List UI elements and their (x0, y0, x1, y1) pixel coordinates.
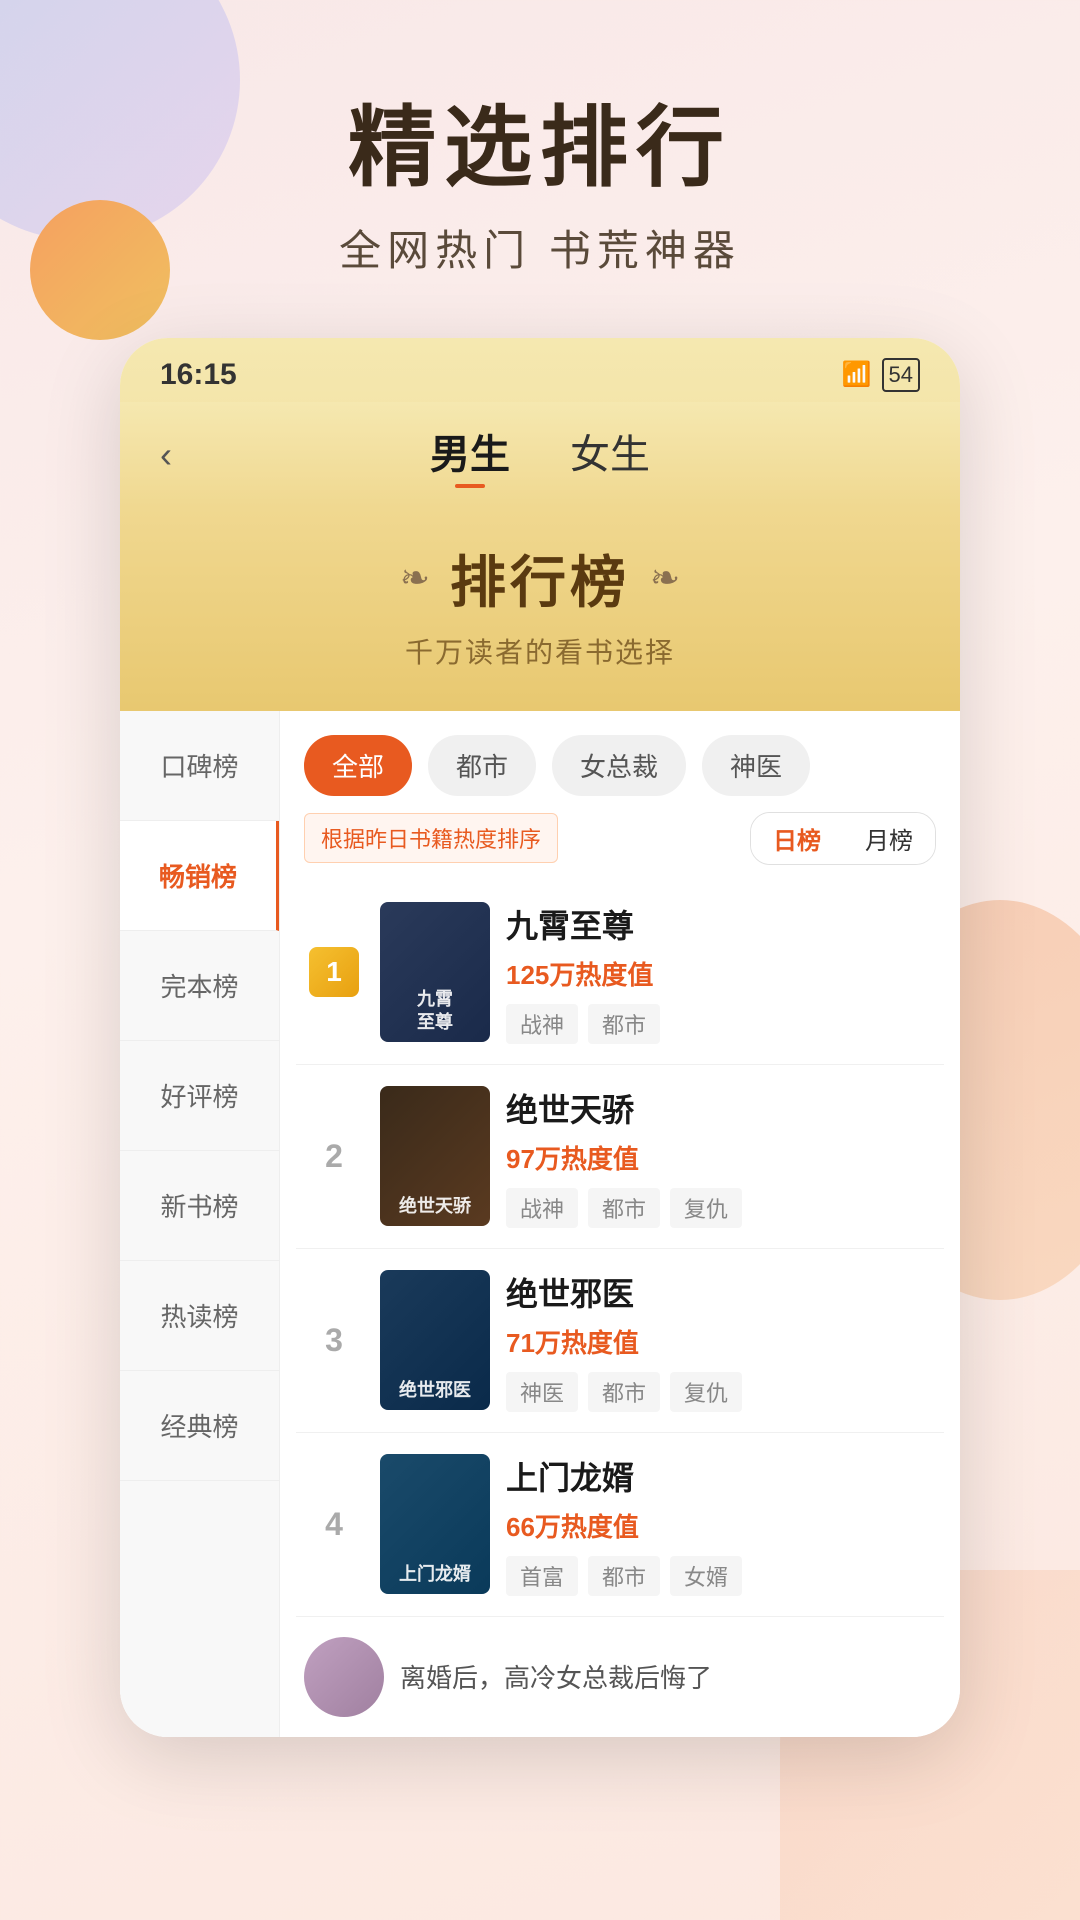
wifi-icon: 📶 (842, 360, 872, 389)
book-title-2: 绝世天骄 (506, 1085, 936, 1131)
book-tag-4-2: 女婿 (670, 1556, 742, 1596)
preview-avatar (304, 1637, 384, 1717)
nav-bar: ‹ 男生 女生 (120, 402, 960, 508)
sort-info: 根据昨日书籍热度排序 (304, 813, 558, 863)
book-tags-3: 神医 都市 复仇 (506, 1372, 936, 1412)
ranking-title: 排行榜 (450, 538, 630, 619)
date-tab-daily[interactable]: 日榜 (751, 813, 843, 864)
tab-male[interactable]: 男生 (430, 422, 510, 488)
back-button[interactable]: ‹ (160, 434, 172, 476)
filter-doctor[interactable]: 神医 (702, 735, 810, 796)
rank-badge-2: 2 (304, 1138, 364, 1175)
sidebar-item-reputation[interactable]: 口碑榜 (120, 711, 279, 821)
battery-icon: 54 (882, 358, 920, 392)
filter-all[interactable]: 全部 (304, 735, 412, 796)
book-tag-1-1: 都市 (588, 1004, 660, 1044)
promo-header: 精选排行 全网热门 书荒神器 (0, 0, 1080, 338)
book-tag-1-0: 战神 (506, 1004, 578, 1044)
sidebar-item-new[interactable]: 新书榜 (120, 1151, 279, 1261)
book-heat-2: 97万热度值 (506, 1139, 936, 1176)
date-tab-monthly[interactable]: 月榜 (843, 813, 935, 864)
ranking-title-container: ❧ 排行榜 ❧ (160, 538, 920, 619)
book-info-1: 九霄至尊 125万热度值 战神 都市 (506, 901, 936, 1044)
rank-number-3: 3 (304, 1322, 364, 1359)
book-cover-2: 绝世天骄 (380, 1086, 490, 1226)
book-title-1: 九霄至尊 (506, 901, 936, 947)
preview-text: 离婚后，高冷女总裁后悔了 (400, 1658, 712, 1695)
book-tags-4: 首富 都市 女婿 (506, 1556, 936, 1596)
filter-tabs: 全部 都市 女总裁 神医 (280, 711, 960, 812)
book-tag-2-1: 都市 (588, 1188, 660, 1228)
promo-subtitle: 全网热门 书荒神器 (60, 217, 1020, 278)
book-info-2: 绝世天骄 97万热度值 战神 都市 复仇 (506, 1085, 936, 1228)
book-list: 1 九霄至尊 九霄至尊 125万热度值 战神 都市 (280, 881, 960, 1617)
status-icons: 📶 54 (842, 358, 920, 392)
book-tag-4-0: 首富 (506, 1556, 578, 1596)
book-cover-1: 九霄至尊 (380, 902, 490, 1042)
book-tag-2-2: 复仇 (670, 1188, 742, 1228)
nav-tabs: 男生 女生 (430, 422, 650, 488)
rank-number-1: 1 (309, 947, 359, 997)
main-content: 口碑榜 畅销榜 完本榜 好评榜 新书榜 热读榜 经典榜 全部 都市 女总裁 神医… (120, 711, 960, 1737)
ranking-banner: ❧ 排行榜 ❧ 千万读者的看书选择 (120, 508, 960, 711)
book-cover-text-4: 上门龙婿 (384, 1563, 486, 1586)
book-cover-text-3: 绝世邪医 (384, 1379, 486, 1402)
book-info-3: 绝世邪医 71万热度值 神医 都市 复仇 (506, 1269, 936, 1412)
leaf-left-icon: ❧ (400, 557, 430, 599)
leaf-right-icon: ❧ (650, 557, 680, 599)
book-item-1[interactable]: 1 九霄至尊 九霄至尊 125万热度值 战神 都市 (296, 881, 944, 1065)
rank-badge-4: 4 (304, 1506, 364, 1543)
promo-title: 精选排行 (60, 100, 1020, 197)
book-heat-1: 125万热度值 (506, 955, 936, 992)
book-cover-text-2: 绝世天骄 (384, 1195, 486, 1218)
book-tags-1: 战神 都市 (506, 1004, 936, 1044)
book-info-4: 上门龙婿 66万热度值 首富 都市 女婿 (506, 1453, 936, 1596)
book-tag-3-0: 神医 (506, 1372, 578, 1412)
sidebar-item-bestseller[interactable]: 畅销榜 (120, 821, 279, 931)
phone-mockup: 16:15 📶 54 ‹ 男生 女生 ❧ 排行榜 ❧ 千万读者的看书选择 (120, 338, 960, 1737)
book-item-4[interactable]: 4 上门龙婿 上门龙婿 66万热度值 首富 都市 女婿 (296, 1433, 944, 1617)
sidebar-item-classic[interactable]: 经典榜 (120, 1371, 279, 1481)
book-title-3: 绝世邪医 (506, 1269, 936, 1315)
rank-badge-3: 3 (304, 1322, 364, 1359)
book-item-3[interactable]: 3 绝世邪医 绝世邪医 71万热度值 神医 都市 复仇 (296, 1249, 944, 1433)
tab-female[interactable]: 女生 (570, 422, 650, 488)
book-tags-2: 战神 都市 复仇 (506, 1188, 936, 1228)
rank-badge-1: 1 (304, 947, 364, 997)
status-bar: 16:15 📶 54 (120, 338, 960, 402)
book-heat-4: 66万热度值 (506, 1507, 936, 1544)
sort-bar: 根据昨日书籍热度排序 日榜 月榜 (280, 812, 960, 881)
book-item-2[interactable]: 2 绝世天骄 绝世天骄 97万热度值 战神 都市 复仇 (296, 1065, 944, 1249)
rank-number-4: 4 (304, 1506, 364, 1543)
book-cover-text-1: 九霄至尊 (384, 988, 486, 1035)
sidebar: 口碑榜 畅销榜 完本榜 好评榜 新书榜 热读榜 经典榜 (120, 711, 280, 1737)
sidebar-item-hot[interactable]: 热读榜 (120, 1261, 279, 1371)
book-tag-3-2: 复仇 (670, 1372, 742, 1412)
filter-female-ceo[interactable]: 女总裁 (552, 735, 686, 796)
status-time: 16:15 (160, 358, 237, 392)
content-area: 全部 都市 女总裁 神医 根据昨日书籍热度排序 日榜 月榜 1 (280, 711, 960, 1737)
book-heat-3: 71万热度值 (506, 1323, 936, 1360)
filter-city[interactable]: 都市 (428, 735, 536, 796)
book-title-4: 上门龙婿 (506, 1453, 936, 1499)
sidebar-item-complete[interactable]: 完本榜 (120, 931, 279, 1041)
book-tag-3-1: 都市 (588, 1372, 660, 1412)
ranking-subtitle: 千万读者的看书选择 (160, 631, 920, 671)
date-tabs: 日榜 月榜 (750, 812, 936, 865)
book-cover-4: 上门龙婿 (380, 1454, 490, 1594)
book-cover-3: 绝世邪医 (380, 1270, 490, 1410)
preview-item[interactable]: 离婚后，高冷女总裁后悔了 (280, 1617, 960, 1737)
phone-header: 16:15 📶 54 ‹ 男生 女生 ❧ 排行榜 ❧ 千万读者的看书选择 (120, 338, 960, 711)
rank-number-2: 2 (304, 1138, 364, 1175)
sidebar-item-reviews[interactable]: 好评榜 (120, 1041, 279, 1151)
book-tag-4-1: 都市 (588, 1556, 660, 1596)
book-tag-2-0: 战神 (506, 1188, 578, 1228)
